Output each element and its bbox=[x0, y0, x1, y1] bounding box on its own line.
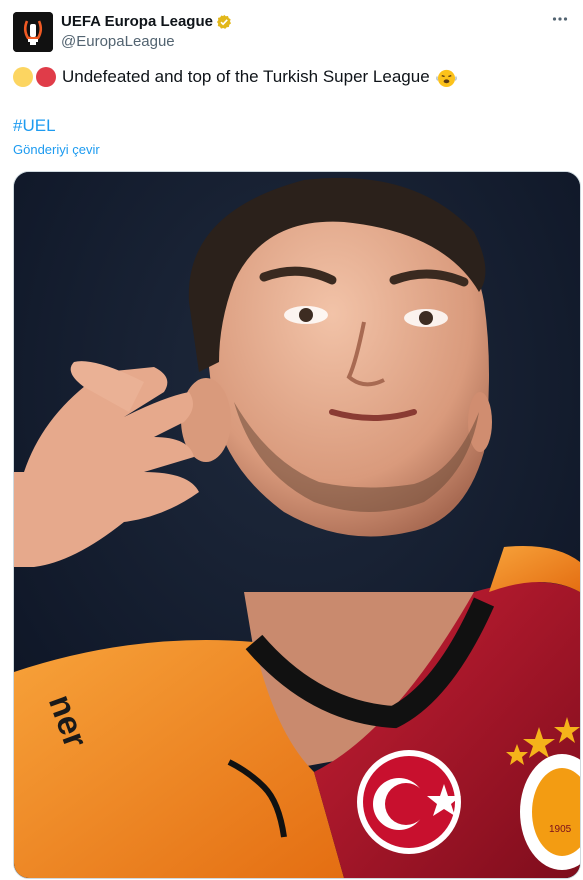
more-options-icon[interactable] bbox=[549, 10, 571, 32]
badge-number: 1905 bbox=[549, 824, 572, 835]
player-photo: ner 1905 bbox=[14, 172, 580, 878]
hashtag-link[interactable]: #UEL bbox=[13, 116, 56, 136]
name-row: UEFA Europa League bbox=[61, 13, 232, 31]
verified-badge-icon bbox=[216, 14, 231, 29]
steam-face-emoji bbox=[435, 69, 457, 87]
translate-link[interactable]: Gönderiyi çevir bbox=[13, 142, 100, 157]
account-handle[interactable]: @EuropaLeague bbox=[61, 33, 175, 50]
uefa-europa-league-logo bbox=[13, 12, 53, 52]
tweet-photo[interactable]: ner 1905 bbox=[13, 171, 581, 879]
avatar[interactable] bbox=[13, 12, 53, 52]
yellow-circle-emoji bbox=[13, 67, 33, 87]
tweet-text: Undefeated and top of the Turkish Super … bbox=[13, 66, 457, 88]
tweet-body: Undefeated and top of the Turkish Super … bbox=[62, 67, 430, 86]
display-name[interactable]: UEFA Europa League bbox=[61, 13, 213, 31]
red-circle-emoji bbox=[36, 67, 56, 87]
tweet-header: UEFA Europa League @EuropaLeague bbox=[13, 12, 579, 54]
